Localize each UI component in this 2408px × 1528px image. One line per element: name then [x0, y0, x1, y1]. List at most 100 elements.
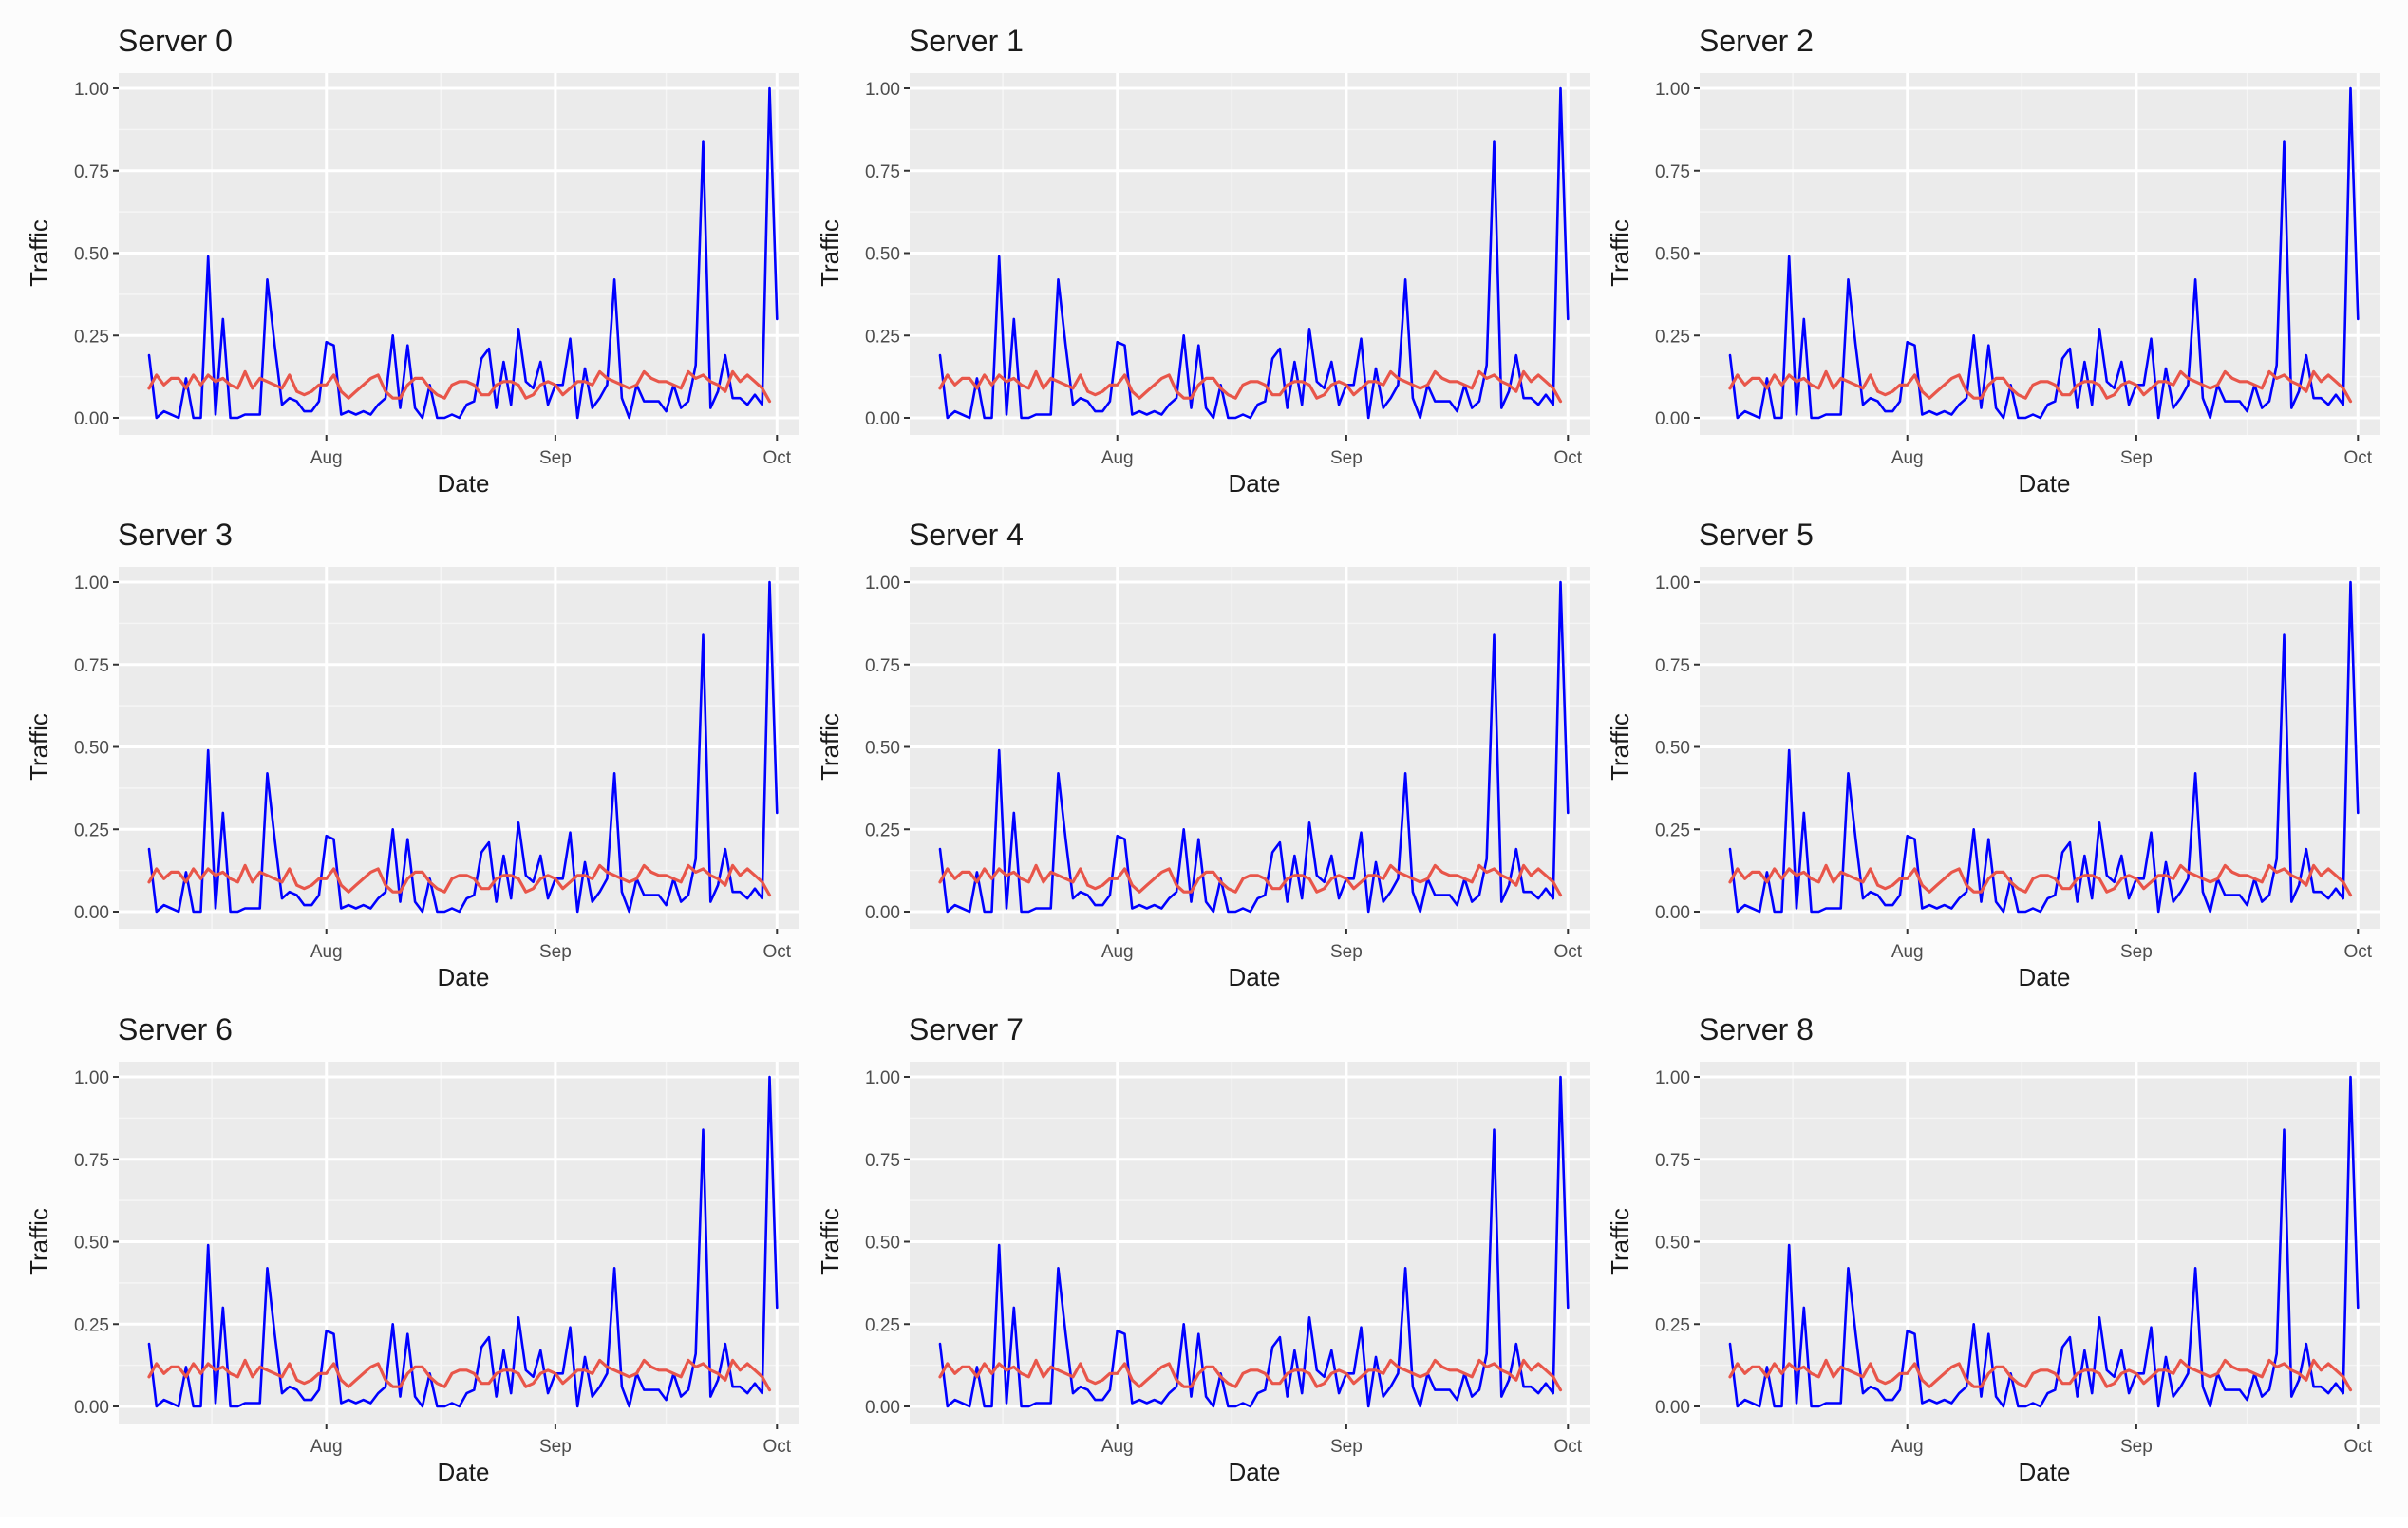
y-axis-title: Traffic — [25, 713, 53, 781]
x-tick-label: Aug — [1891, 1437, 1924, 1457]
x-tick-label: Aug — [310, 942, 343, 962]
y-axis-title: Traffic — [25, 1208, 53, 1275]
y-tick-label: 0.00 — [865, 409, 900, 429]
panel-8-chart: 0.00 0.25 0.50 0.75 1.00 Aug Sep Oct Date Traffic — [1581, 1062, 2394, 1528]
y-tick-label: 1.00 — [865, 1068, 900, 1088]
x-axis-title: Date — [2019, 963, 2071, 991]
y-tick-label: 0.50 — [74, 739, 109, 759]
y-tick-label: 0.25 — [74, 327, 109, 347]
y-tick-label: 0.75 — [1655, 656, 1690, 676]
x-tick-label: Oct — [1554, 1437, 1583, 1457]
y-tick-label: 0.75 — [1655, 1151, 1690, 1171]
y-tick-label: 0.50 — [74, 1234, 109, 1254]
x-tick-label: Oct — [2344, 448, 2373, 468]
panel-title: Server 4 — [909, 518, 1024, 553]
y-tick-label: 0.75 — [74, 162, 109, 182]
panel-title: Server 5 — [1699, 518, 1814, 553]
x-tick-label: Sep — [1330, 1437, 1363, 1457]
y-tick-label: 0.50 — [1655, 1234, 1690, 1254]
y-tick-label: 0.25 — [1655, 821, 1690, 840]
x-tick-label: Sep — [539, 1437, 572, 1457]
y-tick-label: 0.75 — [1655, 162, 1690, 182]
y-tick-label: 1.00 — [865, 574, 900, 594]
x-tick-label: Sep — [2120, 448, 2153, 468]
y-axis-title: Traffic — [1606, 1208, 1634, 1275]
x-tick-label: Aug — [310, 1437, 343, 1457]
x-tick-label: Aug — [310, 448, 343, 468]
figure-canvas: Server 0 0.00 0.25 0.50 0.75 1.00 Aug Sep Oct Dat… — [0, 0, 2408, 1517]
y-tick-label: 0.25 — [865, 327, 900, 347]
x-axis-title: Date — [1229, 469, 1281, 498]
y-axis-title: Traffic — [25, 219, 53, 287]
y-tick-label: 0.50 — [865, 739, 900, 759]
panel-3-chart: 0.00 0.25 0.50 0.75 1.00 Aug Sep Oct Date Traffic — [0, 567, 813, 1033]
y-tick-label: 1.00 — [74, 80, 109, 100]
y-tick-label: 0.75 — [74, 1151, 109, 1171]
y-tick-label: 0.25 — [865, 1315, 900, 1335]
panel-0-chart: 0.00 0.25 0.50 0.75 1.00 Aug Sep Oct Date Traffic — [0, 73, 813, 539]
y-tick-label: 1.00 — [865, 80, 900, 100]
y-axis-title: Traffic — [1606, 219, 1634, 287]
x-axis-title: Date — [1229, 1458, 1281, 1486]
y-tick-label: 1.00 — [74, 574, 109, 594]
panel-title: Server 0 — [118, 24, 233, 59]
y-tick-label: 0.00 — [1655, 1398, 1690, 1418]
y-axis-title: Traffic — [1606, 713, 1634, 781]
y-tick-label: 0.25 — [1655, 1315, 1690, 1335]
x-tick-label: Oct — [2344, 1437, 2373, 1457]
y-tick-label: 1.00 — [74, 1068, 109, 1088]
x-axis-title: Date — [438, 963, 490, 991]
y-tick-label: 0.00 — [74, 409, 109, 429]
y-tick-label: 0.75 — [865, 162, 900, 182]
y-tick-label: 0.50 — [865, 245, 900, 265]
x-tick-label: Oct — [1554, 942, 1583, 962]
panel-5-chart: 0.000.250.500.751.00AugSepOctDateTraffic — [1581, 567, 2394, 1033]
y-tick-label: 0.50 — [865, 1234, 900, 1254]
x-tick-label: Aug — [1891, 942, 1924, 962]
y-tick-label: 1.00 — [1655, 80, 1690, 100]
panel-title: Server 1 — [909, 24, 1024, 59]
panel-title: Server 3 — [118, 518, 233, 553]
x-axis-title: Date — [2019, 1458, 2071, 1486]
y-tick-label: 0.25 — [74, 821, 109, 840]
y-axis-title: Traffic — [816, 1208, 844, 1275]
x-axis-title: Date — [438, 469, 490, 498]
x-tick-label: Oct — [1554, 448, 1583, 468]
x-tick-label: Sep — [2120, 942, 2153, 962]
y-tick-label: 1.00 — [1655, 1068, 1690, 1088]
x-tick-label: Oct — [763, 1437, 792, 1457]
y-tick-label: 0.00 — [74, 1398, 109, 1418]
y-tick-label: 0.50 — [1655, 739, 1690, 759]
x-tick-label: Oct — [2344, 942, 2373, 962]
x-tick-label: Oct — [763, 448, 792, 468]
y-tick-label: 1.00 — [1655, 574, 1690, 594]
x-tick-label: Sep — [2120, 1437, 2153, 1457]
y-axis-title: Traffic — [816, 219, 844, 287]
panel-title: Server 8 — [1699, 1012, 1814, 1047]
y-tick-label: 0.75 — [74, 656, 109, 676]
x-axis-title: Date — [2019, 469, 2071, 498]
x-tick-label: Sep — [1330, 448, 1363, 468]
panel-6-chart: 0.00 0.25 0.50 0.75 1.00 Aug Sep Oct Date Traffic — [0, 1062, 813, 1528]
x-tick-label: Sep — [1330, 942, 1363, 962]
panel-title: Server 6 — [118, 1012, 233, 1047]
panel-2-chart: 0.00 0.25 0.50 0.75 1.00 Aug Sep Oct Date Traffic — [1581, 73, 2394, 539]
x-tick-label: Aug — [1101, 448, 1134, 468]
y-axis-title: Traffic — [816, 713, 844, 781]
y-tick-label: 0.50 — [1655, 245, 1690, 265]
y-tick-label: 0.25 — [74, 1315, 109, 1335]
x-axis-title: Date — [438, 1458, 490, 1486]
y-tick-label: 0.00 — [74, 903, 109, 923]
y-tick-label: 0.00 — [1655, 409, 1690, 429]
x-tick-label: Aug — [1101, 942, 1134, 962]
y-tick-label: 0.50 — [74, 245, 109, 265]
x-tick-label: Aug — [1101, 1437, 1134, 1457]
x-tick-label: Aug — [1891, 448, 1924, 468]
panel-title: Server 2 — [1699, 24, 1814, 59]
x-tick-label: Sep — [539, 448, 572, 468]
x-tick-label: Oct — [763, 942, 792, 962]
x-axis-title: Date — [1229, 963, 1281, 991]
x-tick-label: Sep — [539, 942, 572, 962]
y-tick-label: 0.00 — [865, 903, 900, 923]
y-tick-label: 0.25 — [1655, 327, 1690, 347]
